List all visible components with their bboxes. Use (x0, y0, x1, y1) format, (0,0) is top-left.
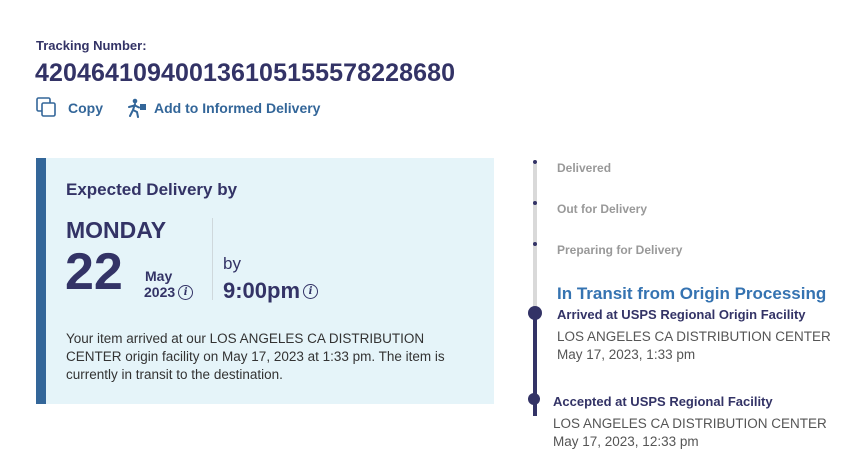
step-dot (533, 160, 537, 164)
step-dot (533, 201, 537, 205)
delivery-day-number: 22 (65, 243, 123, 301)
copy-label: Copy (68, 99, 103, 116)
by-label: by (223, 254, 241, 273)
add-to-informed-delivery-link[interactable]: Add to Informed Delivery (126, 98, 320, 118)
informed-delivery-icon (126, 98, 148, 118)
tracking-number-label: Tracking Number: (36, 38, 147, 53)
expected-delivery-card: Expected Delivery by MONDAY 22 May 2023 … (36, 158, 494, 404)
tracking-number: 420464109400136105155578228680 (35, 59, 456, 87)
copy-icon (36, 97, 57, 118)
tracking-actions: Copy Add to Informed Delivery (36, 97, 320, 118)
delivery-day-name: MONDAY (66, 217, 167, 243)
date-time-divider (212, 218, 213, 300)
expected-delivery-title: Expected Delivery by (66, 180, 238, 199)
progress-line-upcoming (533, 164, 537, 312)
delivery-time: 9:00pm (223, 278, 301, 303)
copy-button[interactable]: Copy (36, 97, 103, 118)
current-status-title: In Transit from Origin Processing (557, 284, 827, 303)
delivery-month: May (145, 268, 173, 284)
delivery-status-message: Your item arrived at our LOS ANGELES CA … (66, 331, 445, 382)
event-title: Arrived at USPS Regional Origin Facility (557, 307, 806, 322)
info-icon[interactable]: i (303, 283, 319, 299)
step-delivered: Delivered (557, 161, 612, 175)
event-location: LOS ANGELES CA DISTRIBUTION CENTER (553, 416, 827, 431)
delivery-year: 2023 (144, 284, 176, 300)
event-datetime: May 17, 2023, 12:33 pm (553, 434, 699, 449)
step-out-for-delivery: Out for Delivery (557, 202, 648, 216)
info-icon[interactable]: i (178, 284, 194, 300)
step-preparing-for-delivery: Preparing for Delivery (557, 243, 683, 257)
event-datetime: May 17, 2023, 1:33 pm (557, 347, 696, 362)
card-accent-bar (36, 158, 46, 404)
delivery-time-row: 9:00pm i (223, 278, 319, 304)
event-dot (528, 306, 542, 320)
step-dot (533, 242, 537, 246)
event-dot (528, 393, 540, 405)
delivery-year-row: 2023 i (144, 284, 194, 300)
event-title: Accepted at USPS Regional Facility (553, 394, 773, 409)
event-location: LOS ANGELES CA DISTRIBUTION CENTER (557, 329, 831, 344)
informed-delivery-label: Add to Informed Delivery (154, 99, 321, 116)
